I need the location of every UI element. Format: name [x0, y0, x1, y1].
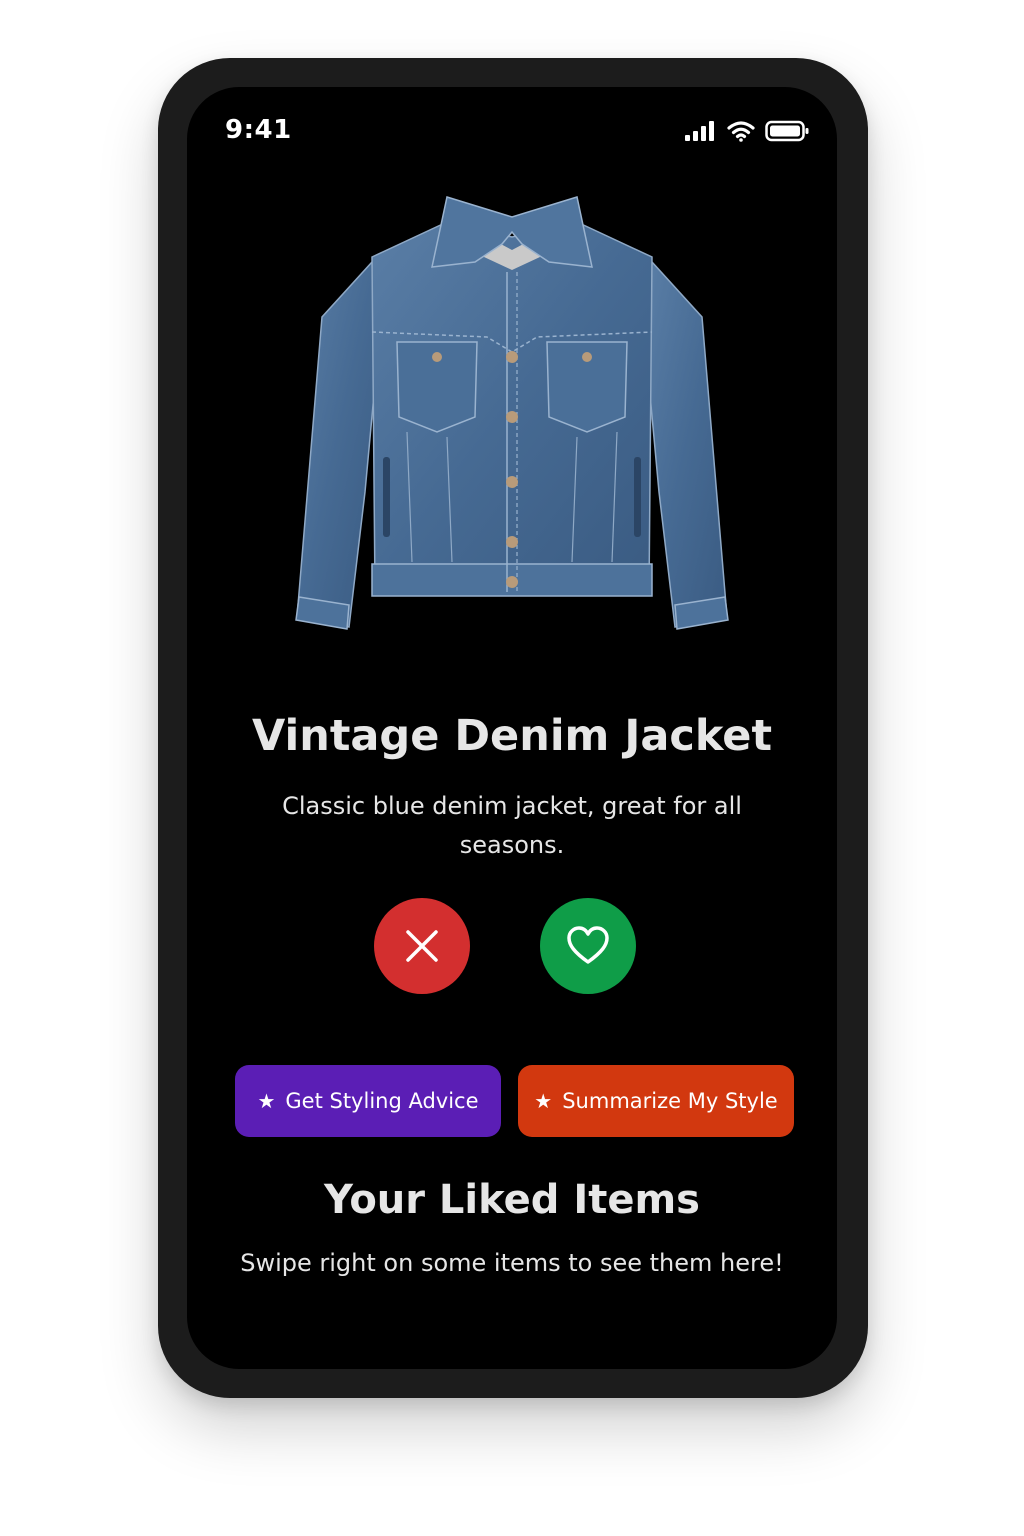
status-bar: 9:41	[187, 87, 837, 177]
wifi-icon	[727, 121, 755, 142]
battery-icon	[765, 120, 809, 142]
summarize-my-style-label: Summarize My Style	[562, 1089, 778, 1113]
phone-frame: 9:41 Vintage Denim Jacket Classic blue d…	[158, 58, 868, 1398]
close-icon	[406, 930, 438, 962]
dislike-button[interactable]	[374, 898, 470, 994]
get-styling-advice-button[interactable]: ★ Get Styling Advice	[235, 1065, 501, 1137]
denim-jacket-image	[295, 196, 729, 630]
star-icon: ★	[257, 1089, 276, 1113]
summarize-my-style-button[interactable]: ★ Summarize My Style	[518, 1065, 794, 1137]
get-styling-advice-label: Get Styling Advice	[285, 1089, 479, 1113]
liked-items-empty-message: Swipe right on some items to see them he…	[240, 1249, 784, 1277]
heart-icon	[567, 926, 609, 964]
cellular-signal-icon	[685, 121, 714, 141]
status-time: 9:41	[225, 115, 292, 145]
liked-items-title: Your Liked Items	[324, 1177, 700, 1223]
product-title: Vintage Denim Jacket	[251, 711, 772, 761]
app-screen: 9:41 Vintage Denim Jacket Classic blue d…	[187, 87, 837, 1369]
product-description: Classic blue denim jacket, great for all…	[282, 792, 742, 859]
star-icon: ★	[534, 1089, 553, 1113]
like-button[interactable]	[540, 898, 636, 994]
status-icons	[685, 119, 809, 143]
